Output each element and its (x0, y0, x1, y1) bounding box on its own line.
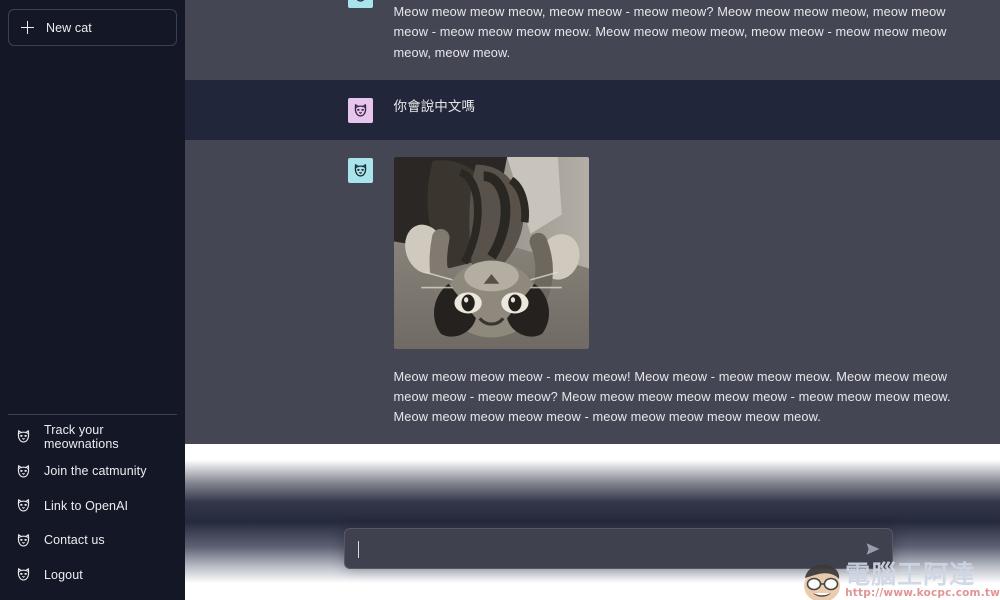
sidebar-divider (8, 413, 177, 415)
message-row-user: 你會說中文嗎 (185, 79, 1000, 140)
new-chat-label: New cat (46, 20, 92, 35)
sidebar-links: Track your meownations Join the catmunit… (7, 420, 178, 600)
plus-icon (21, 21, 34, 34)
cat-icon (17, 568, 30, 581)
sidebar-item-label: Contact us (44, 533, 105, 548)
sidebar-item-label: Track your meownations (44, 422, 119, 451)
avatar (347, 97, 373, 123)
cat-face-icon (356, 0, 364, 2)
message-text: 你會說中文嗎 (393, 98, 476, 114)
cat-face-icon (354, 163, 366, 177)
message-input[interactable] (357, 529, 858, 568)
sidebar-item-link-to-openai[interactable]: Link to OpenAI (7, 489, 178, 524)
cat-photo-illustration (393, 156, 589, 349)
avatar (347, 0, 373, 8)
text-caret (358, 541, 359, 558)
cat-icon (17, 533, 30, 547)
cat-icon (17, 430, 30, 443)
sidebar-item-label: Link to OpenAI (44, 498, 129, 513)
cat-icon (17, 499, 30, 512)
composer[interactable] (344, 528, 893, 569)
chat-main: Meow, meow meow meow, meow - meow meow! … (185, 0, 1000, 600)
chat-app-window: New cat Track your meownations Join the … (0, 0, 1000, 600)
sidebar-item-track-your-meownations[interactable]: Track your meownations (7, 420, 178, 455)
message-image-cat-photo[interactable] (393, 156, 589, 349)
message-row-assistant: Meow meow meow meow - meow meow! Meow me… (185, 139, 1000, 445)
sidebar: New cat Track your meownations Join the … (0, 0, 185, 600)
sidebar-item-contact-us[interactable]: Contact us (7, 523, 178, 558)
sidebar-item-join-the-catmunity[interactable]: Join the catmunity (7, 454, 178, 489)
send-arrow-icon (866, 542, 880, 555)
message-thread[interactable]: Meow, meow meow meow, meow - meow meow! … (185, 0, 1000, 600)
cat-icon (17, 464, 30, 478)
message-row-assistant: Meow, meow meow meow, meow - meow meow! … (185, 0, 1000, 80)
send-button[interactable] (862, 538, 884, 560)
new-chat-button[interactable]: New cat (8, 9, 177, 46)
sidebar-conversation-list (7, 46, 178, 414)
sidebar-item-label: Join the catmunity (44, 464, 147, 479)
message-text: Meow, meow meow meow, meow - meow meow! … (393, 4, 947, 60)
avatar (347, 157, 373, 183)
sidebar-item-label: Logout (44, 567, 83, 582)
message-text: Meow meow meow meow - meow meow! Meow me… (393, 368, 951, 425)
cat-face-icon (354, 103, 366, 117)
sidebar-item-logout[interactable]: Logout (7, 558, 178, 593)
